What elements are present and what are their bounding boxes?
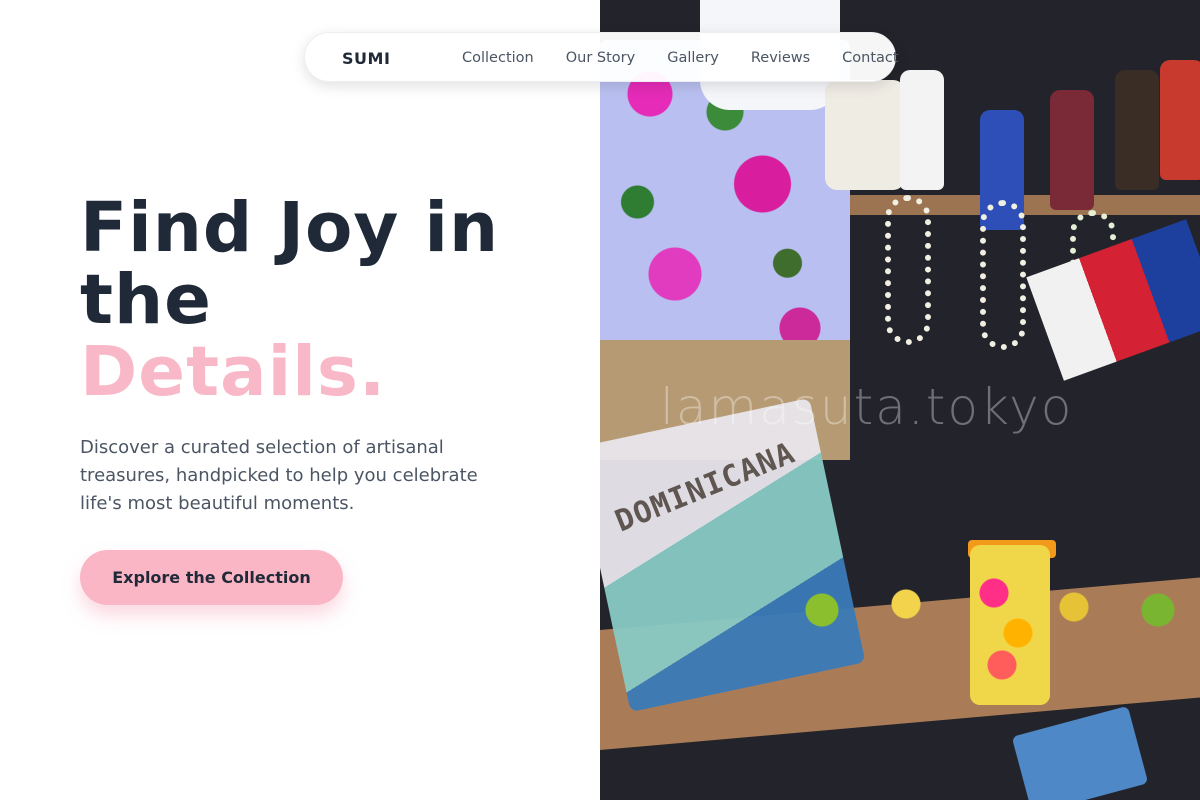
headline-line-2: the	[80, 260, 212, 340]
explore-collection-button[interactable]: Explore the Collection	[80, 550, 343, 605]
bottle-shape	[900, 70, 944, 190]
coffee-bag-shape	[825, 80, 905, 190]
shell-necklace-shape	[980, 200, 1026, 350]
brand-logo[interactable]: SUMI	[330, 40, 402, 76]
hero-section: Find Joy in the Details. Discover a cura…	[0, 0, 600, 800]
nav-link-collection[interactable]: Collection	[446, 50, 550, 66]
top-navbar: SUMI Collection Our Story Gallery Review…	[304, 32, 899, 82]
nav-links: Collection Our Story Gallery Reviews Con…	[446, 33, 915, 83]
shell-necklace-shape	[885, 195, 931, 345]
bottle-shape	[1050, 90, 1094, 210]
hero-headline: Find Joy in the Details.	[80, 192, 580, 408]
nav-link-contact[interactable]: Contact	[826, 50, 914, 66]
nav-link-reviews[interactable]: Reviews	[735, 50, 826, 66]
image-watermark: lamasuta.tokyo	[660, 378, 1074, 436]
headline-line-1: Find Joy in	[80, 188, 500, 268]
bottle-shape	[1160, 60, 1200, 180]
bottle-shape	[1115, 70, 1159, 190]
hero-subtext: Discover a curated selection of artisana…	[80, 437, 478, 514]
nav-link-our-story[interactable]: Our Story	[550, 50, 651, 66]
mesh-bag-shape	[1011, 705, 1149, 800]
hero-image: DOMINICANA lamasuta.tokyo	[600, 0, 1200, 800]
nav-link-gallery[interactable]: Gallery	[651, 50, 735, 66]
headline-accent: Details.	[80, 332, 387, 412]
candy-jar-shape	[970, 545, 1050, 705]
